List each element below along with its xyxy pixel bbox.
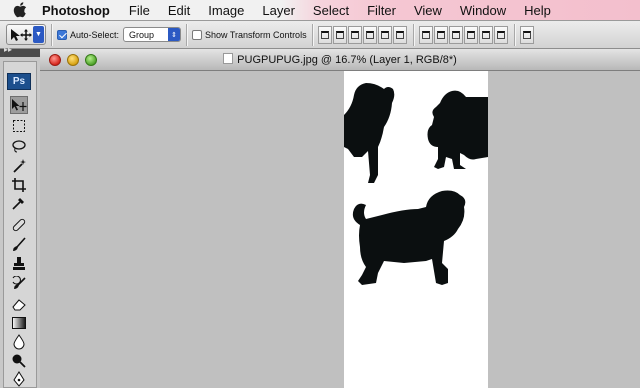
- options-bar: ▼ Auto-Select: Group ⇕ Show Transform Co…: [0, 21, 640, 49]
- document-title-bar[interactable]: PUGPUPUG.jpg @ 16.7% (Layer 1, RGB/8*): [40, 49, 640, 71]
- pug-silhouette: [352, 190, 466, 285]
- history-brush-tool-button[interactable]: [10, 275, 28, 293]
- menu-view[interactable]: View: [405, 0, 451, 21]
- align-icon: [380, 30, 389, 39]
- divider: [412, 23, 414, 46]
- bandage-icon: [12, 218, 26, 232]
- gradient-tool-button[interactable]: [10, 314, 28, 332]
- distribute-left-button[interactable]: [463, 25, 478, 44]
- brush-icon: [13, 237, 26, 251]
- magic-wand-icon: [13, 159, 26, 173]
- eyedropper-tool-button[interactable]: [10, 194, 28, 212]
- canvas-area[interactable]: [40, 71, 640, 388]
- distribute-icon: [466, 30, 475, 39]
- distribute-bottom-button[interactable]: [448, 25, 463, 44]
- align-icon: [395, 30, 404, 39]
- align-right-edges-button[interactable]: [392, 25, 407, 44]
- collapse-arrows-icon: ▸▸: [4, 45, 13, 54]
- pug-silhouette: [427, 90, 488, 169]
- move-tool-icon: [11, 28, 32, 41]
- align-icon: [335, 30, 344, 39]
- document-window: PUGPUPUG.jpg @ 16.7% (Layer 1, RGB/8*): [40, 49, 640, 388]
- document-title: PUGPUPUG.jpg @ 16.7% (Layer 1, RGB/8*): [40, 53, 640, 66]
- chevron-down-icon: ▼: [33, 26, 44, 43]
- menu-select[interactable]: Select: [304, 0, 358, 21]
- move-tool-icon: [12, 99, 27, 111]
- document-title-text: PUGPUPUG.jpg @ 16.7% (Layer 1, RGB/8*): [237, 54, 457, 66]
- eyedropper-icon: [12, 198, 24, 210]
- distribute-icon: [421, 30, 430, 39]
- auto-align-layers-button[interactable]: [519, 25, 534, 44]
- distribute-horizontal-centers-button[interactable]: [478, 25, 493, 44]
- updown-arrows-icon: ⇕: [168, 28, 181, 41]
- marquee-tool-button[interactable]: [10, 117, 28, 135]
- align-top-edges-button[interactable]: [317, 25, 332, 44]
- image-canvas[interactable]: [344, 71, 488, 388]
- divider: [311, 23, 313, 46]
- menu-photoshop[interactable]: Photoshop: [40, 0, 120, 21]
- align-icon: [365, 30, 374, 39]
- tools-panel-header[interactable]: ▸▸: [0, 45, 40, 57]
- align-bottom-edges-button[interactable]: [347, 25, 362, 44]
- auto-select-checkbox[interactable]: [57, 29, 67, 40]
- divider: [51, 23, 52, 46]
- brush-tool-button[interactable]: [10, 236, 28, 254]
- menu-image[interactable]: Image: [199, 0, 253, 21]
- lasso-icon: [12, 140, 26, 153]
- stamp-icon: [13, 257, 25, 270]
- lasso-tool-button[interactable]: [10, 137, 28, 155]
- document-icon: [223, 53, 234, 64]
- pug-silhouette: [344, 83, 395, 183]
- healing-brush-tool-button[interactable]: [10, 216, 28, 234]
- pen-icon: [13, 371, 25, 387]
- tool-preset-picker[interactable]: ▼: [6, 24, 46, 45]
- menu-edit[interactable]: Edit: [159, 0, 199, 21]
- crop-tool-button[interactable]: [10, 176, 28, 194]
- blur-tool-button[interactable]: [10, 333, 28, 351]
- menu-window[interactable]: Window: [451, 0, 515, 21]
- distribute-right-button[interactable]: [493, 25, 508, 44]
- auto-select-value: Group: [129, 29, 155, 40]
- menu-bar: Photoshop File Edit Image Layer Select F…: [0, 0, 640, 21]
- eraser-icon: [12, 299, 26, 311]
- align-left-edges-button[interactable]: [362, 25, 377, 44]
- auto-select-label: Auto-Select:: [70, 29, 120, 40]
- crop-icon: [12, 178, 26, 192]
- align-buttons-group: [317, 25, 408, 44]
- move-tool-button[interactable]: [10, 96, 28, 114]
- gradient-icon: [12, 317, 26, 329]
- magic-wand-tool-button[interactable]: [10, 157, 28, 175]
- photoshop-logo[interactable]: Ps: [7, 73, 31, 90]
- show-transform-controls-label: Show Transform Controls: [205, 29, 307, 40]
- history-brush-icon: [12, 276, 26, 289]
- distribute-top-button[interactable]: [418, 25, 433, 44]
- show-transform-controls-checkbox[interactable]: [192, 29, 203, 40]
- dodge-icon: [12, 354, 26, 368]
- dodge-tool-button[interactable]: [10, 352, 28, 370]
- distribute-vertical-centers-button[interactable]: [433, 25, 448, 44]
- distribute-icon: [481, 30, 490, 39]
- align-icon: [350, 30, 359, 39]
- align-icon: [320, 30, 329, 39]
- align-vertical-centers-button[interactable]: [332, 25, 347, 44]
- divider: [186, 23, 188, 46]
- clone-stamp-tool-button[interactable]: [10, 255, 28, 273]
- divider: [513, 23, 515, 46]
- menu-filter[interactable]: Filter: [358, 0, 405, 21]
- align-horizontal-centers-button[interactable]: [377, 25, 392, 44]
- marquee-icon: [13, 120, 25, 132]
- distribute-icon: [451, 30, 460, 39]
- distribute-buttons-group: [418, 25, 509, 44]
- menu-file[interactable]: File: [120, 0, 159, 21]
- menu-help[interactable]: Help: [515, 0, 560, 21]
- eraser-tool-button[interactable]: [10, 295, 28, 313]
- auto-align-icon: [522, 30, 531, 39]
- distribute-icon: [436, 30, 445, 39]
- menu-layer[interactable]: Layer: [253, 0, 304, 21]
- apple-icon[interactable]: [13, 2, 29, 18]
- drop-icon: [13, 334, 25, 350]
- pen-tool-button[interactable]: [10, 370, 28, 388]
- auto-select-dropdown[interactable]: Group ⇕: [123, 27, 182, 42]
- distribute-icon: [496, 30, 505, 39]
